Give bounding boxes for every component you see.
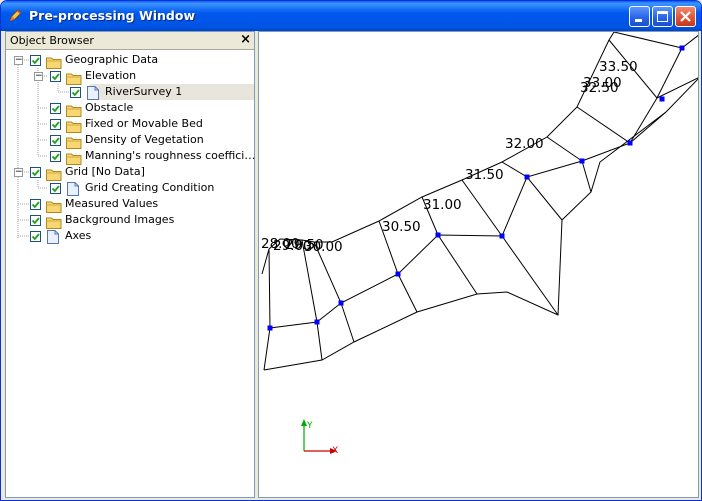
section-label: 32.50 <box>580 80 619 96</box>
tree-item[interactable]: Grid [No Data] <box>6 164 254 181</box>
minimize-button[interactable] <box>629 6 650 27</box>
title-bar[interactable]: Pre-processing Window <box>1 1 701 31</box>
tree-item-label: Density of Vegetation <box>85 133 204 146</box>
tree-item[interactable]: Manning's roughness coeffici… <box>6 148 256 165</box>
tree-item-label: Elevation <box>85 69 137 82</box>
tree-item-label: Grid [No Data] <box>65 165 145 178</box>
close-button[interactable] <box>675 6 696 27</box>
grid-node[interactable] <box>659 96 665 102</box>
visibility-checkbox[interactable] <box>70 87 81 98</box>
grid-node[interactable] <box>579 158 585 164</box>
tree-item-label: Axes <box>65 229 92 242</box>
grid-nodes <box>267 45 685 331</box>
tree-item[interactable]: Fixed or Movable Bed <box>6 116 254 133</box>
checkmark-icon <box>51 105 60 113</box>
tree-item-label: Geographic Data <box>65 53 159 66</box>
x-axis-label: X <box>332 446 338 456</box>
visibility-checkbox[interactable] <box>50 119 61 130</box>
grid-node[interactable] <box>435 232 441 238</box>
cross-section-labels: 33.50 33.00 32.50 32.00 31.50 31.00 30.5… <box>261 59 638 255</box>
axes-indicator: Y X <box>301 419 338 456</box>
section-label: 30.50 <box>382 219 421 235</box>
tree-item-label: Background Images <box>65 213 175 226</box>
section-label: 32.00 <box>505 136 544 152</box>
tree-item[interactable]: RiverSurvey 1 <box>6 84 254 100</box>
folder-icon <box>46 166 62 181</box>
tree-item[interactable]: Background Images <box>6 212 254 229</box>
visibility-checkbox[interactable] <box>50 103 61 114</box>
grid-node[interactable] <box>267 325 273 331</box>
tree-item-label: Fixed or Movable Bed <box>85 117 203 130</box>
tree-item[interactable]: Grid Creating Condition <box>6 180 254 196</box>
grid-node[interactable] <box>524 174 530 180</box>
checkmark-icon <box>51 185 60 193</box>
folder-icon <box>46 214 62 229</box>
section-label: 30.00 <box>304 239 343 255</box>
visibility-checkbox[interactable] <box>30 215 41 226</box>
document-icon <box>67 181 79 196</box>
checkmark-icon <box>51 73 60 81</box>
visibility-checkbox[interactable] <box>30 167 41 178</box>
maximize-button[interactable] <box>652 6 673 27</box>
grid-viewer-canvas[interactable]: 33.50 33.00 32.50 32.00 31.50 31.00 30.5… <box>258 31 699 498</box>
document-icon <box>87 85 99 100</box>
grid-node[interactable] <box>627 140 633 146</box>
section-label: 31.00 <box>423 197 462 213</box>
checkmark-icon <box>51 137 60 145</box>
tree-item[interactable]: Elevation <box>6 68 254 85</box>
visibility-checkbox[interactable] <box>50 135 61 146</box>
tree-item-label: Grid Creating Condition <box>85 181 215 194</box>
grid-node[interactable] <box>314 319 320 325</box>
minimize-icon <box>635 19 642 22</box>
checkmark-icon <box>31 201 40 209</box>
folder-icon <box>66 150 82 165</box>
folder-icon <box>66 70 82 85</box>
checkmark-icon <box>31 233 40 241</box>
maximize-icon <box>657 11 668 22</box>
folder-icon <box>66 134 82 149</box>
section-label: 33.50 <box>599 59 638 75</box>
visibility-checkbox[interactable] <box>50 71 61 82</box>
checkmark-icon <box>51 153 60 161</box>
tree-item-label: Manning's roughness coeffici… <box>85 149 256 162</box>
tree-item-label: RiverSurvey 1 <box>105 85 183 98</box>
object-browser-panel: Object Browser × − − − Geographic Data El… <box>5 31 255 498</box>
pencil-icon <box>9 9 22 22</box>
section-label: 31.50 <box>465 167 504 183</box>
checkmark-icon <box>31 169 40 177</box>
tree-item[interactable]: Density of Vegetation <box>6 132 254 149</box>
tree-item[interactable]: Obstacle <box>6 100 254 117</box>
grid-node[interactable] <box>395 271 401 277</box>
folder-icon <box>66 102 82 117</box>
grid-node[interactable] <box>679 45 685 51</box>
document-icon <box>47 229 59 244</box>
close-icon <box>680 11 691 22</box>
checkmark-icon <box>71 89 80 97</box>
visibility-checkbox[interactable] <box>50 151 61 162</box>
checkmark-icon <box>31 217 40 225</box>
window-title: Pre-processing Window <box>29 8 195 23</box>
river-mesh-svg: 33.50 33.00 32.50 32.00 31.50 31.00 30.5… <box>261 32 698 456</box>
visibility-checkbox[interactable] <box>30 231 41 242</box>
visibility-checkbox[interactable] <box>30 199 41 210</box>
tree-item-label: Measured Values <box>65 197 159 210</box>
y-axis-label: Y <box>306 421 313 431</box>
checkmark-icon <box>51 121 60 129</box>
folder-icon <box>66 118 82 133</box>
tree-item[interactable]: Measured Values <box>6 196 254 213</box>
tree-item[interactable]: Axes <box>6 228 254 244</box>
checkmark-icon <box>31 57 40 65</box>
folder-icon <box>46 198 62 213</box>
grid-node[interactable] <box>338 300 344 306</box>
tree-item[interactable]: Geographic Data <box>6 52 254 69</box>
visibility-checkbox[interactable] <box>30 55 41 66</box>
tree-item-label: Obstacle <box>85 101 134 114</box>
folder-icon <box>46 54 62 69</box>
visibility-checkbox[interactable] <box>50 183 61 194</box>
pre-processing-window: Pre-processing Window Object Browser × −… <box>0 0 702 501</box>
grid-node[interactable] <box>499 233 505 239</box>
